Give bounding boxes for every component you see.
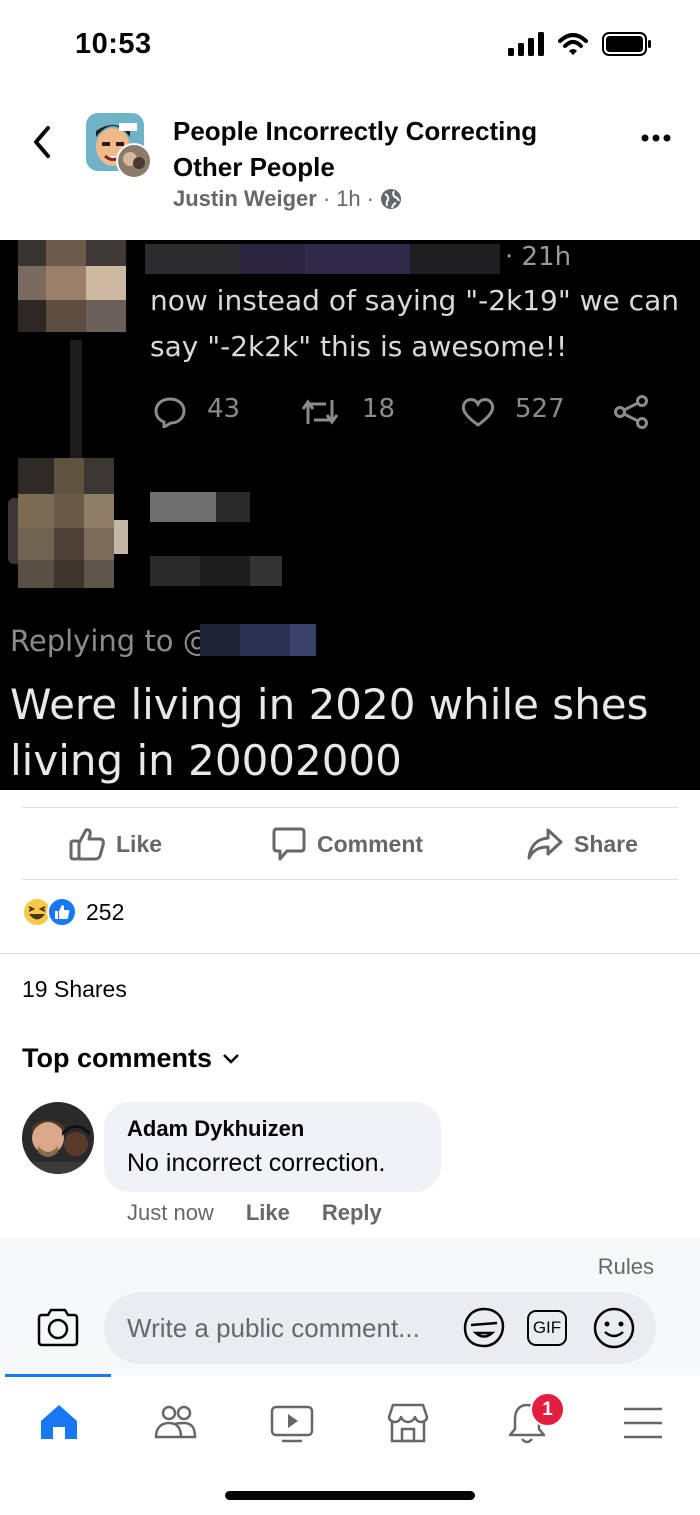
post-image[interactable]: · 21h now instead of saying "-2k19" we c… xyxy=(0,240,700,790)
redacted-username xyxy=(145,244,500,274)
retweet-count: 18 xyxy=(362,394,396,424)
status-time: 10:53 xyxy=(75,28,152,60)
comment-button[interactable]: Comment xyxy=(271,822,423,866)
comments-filter-label: Top comments xyxy=(22,1043,213,1073)
like-reaction-icon xyxy=(47,897,77,927)
like-count: 527 xyxy=(515,394,565,424)
tweet-text-line-1: now instead of saying "-2k19" we can xyxy=(150,284,679,317)
share-label: Share xyxy=(574,830,638,857)
post-time[interactable]: 1h xyxy=(336,186,360,212)
reaction-count: 252 xyxy=(86,898,125,925)
thumbs-up-icon xyxy=(69,828,105,861)
divider-top xyxy=(22,807,678,808)
home-indicator[interactable] xyxy=(225,1491,475,1500)
wifi-icon xyxy=(558,33,588,55)
group-avatar[interactable] xyxy=(86,113,152,179)
emoji-icon[interactable] xyxy=(592,1306,636,1350)
like-label: Like xyxy=(116,830,163,857)
tweet-time: · 21h xyxy=(505,242,572,272)
author-name[interactable]: Justin Weiger xyxy=(173,186,317,212)
avatar[interactable] xyxy=(22,1102,94,1174)
back-arrow-icon[interactable] xyxy=(28,122,58,162)
share-node-icon xyxy=(614,395,648,429)
pixelated-avatar xyxy=(10,240,130,335)
comment-actions: Just now Like Reply xyxy=(127,1200,382,1226)
comment-icon xyxy=(272,827,306,861)
avatar-sticker-icon[interactable] xyxy=(462,1306,506,1350)
meta-separator-2: · xyxy=(366,186,374,211)
divider-reactions xyxy=(0,953,700,954)
home-icon[interactable] xyxy=(35,1399,83,1447)
meta-separator: · xyxy=(322,186,331,211)
thread-line xyxy=(70,340,82,458)
like-button[interactable]: Like xyxy=(68,822,162,866)
notifications-badge: 1 xyxy=(530,1392,565,1427)
signal-icon xyxy=(508,32,544,56)
tab-bar xyxy=(0,1377,700,1463)
share-arrow-icon xyxy=(527,828,563,860)
redacted-reply-handle xyxy=(200,624,316,656)
retweet-icon xyxy=(301,399,339,425)
globe-icon xyxy=(381,189,401,209)
replying-to: Replying to @ xyxy=(10,624,212,658)
comment-label: Comment xyxy=(317,830,424,857)
post-meta: Justin Weiger · 1h · xyxy=(173,186,402,212)
reply-line-2: living in 20002000 xyxy=(10,736,402,785)
redacted-name-2 xyxy=(150,492,250,522)
reply-line-1: Were living in 2020 while shes xyxy=(10,680,649,729)
comments-filter[interactable]: Top comments xyxy=(22,1043,240,1074)
comment-input-placeholder: Write a public comment... xyxy=(127,1313,420,1343)
shares-count[interactable]: 19 Shares xyxy=(22,976,127,1003)
watch-icon[interactable] xyxy=(268,1399,316,1447)
redacted-handle-2 xyxy=(150,556,282,586)
group-name[interactable]: People Incorrectly Correcting Other Peop… xyxy=(173,113,593,185)
more-options-icon[interactable] xyxy=(640,128,672,148)
share-button[interactable]: Share xyxy=(526,822,638,866)
rules-link[interactable]: Rules xyxy=(598,1254,654,1280)
reactions-summary[interactable]: 252 xyxy=(22,897,124,927)
battery-icon xyxy=(602,32,651,56)
camera-icon[interactable] xyxy=(35,1306,81,1348)
menu-icon[interactable] xyxy=(619,1399,667,1447)
heart-icon xyxy=(461,398,495,427)
status-icons xyxy=(508,32,652,56)
marketplace-icon[interactable] xyxy=(384,1399,432,1447)
tweet-text-line-2: say "-2k2k" this is awesome!! xyxy=(150,330,568,363)
comment-text: No incorrect correction. xyxy=(127,1149,386,1177)
divider-middle xyxy=(22,879,678,880)
pixelated-avatar-2 xyxy=(8,458,132,593)
comment-like-button[interactable]: Like xyxy=(246,1200,290,1226)
comment-author[interactable]: Adam Dykhuizen xyxy=(127,1116,304,1142)
friends-icon[interactable] xyxy=(151,1399,199,1447)
reply-count: 43 xyxy=(207,394,241,424)
comment-reply-button[interactable]: Reply xyxy=(322,1200,382,1226)
gif-button[interactable]: GIF xyxy=(527,1310,567,1346)
gif-label: GIF xyxy=(532,1318,562,1337)
chevron-down-icon xyxy=(223,1053,239,1064)
comment-time: Just now xyxy=(127,1200,214,1225)
reply-icon xyxy=(154,397,186,428)
